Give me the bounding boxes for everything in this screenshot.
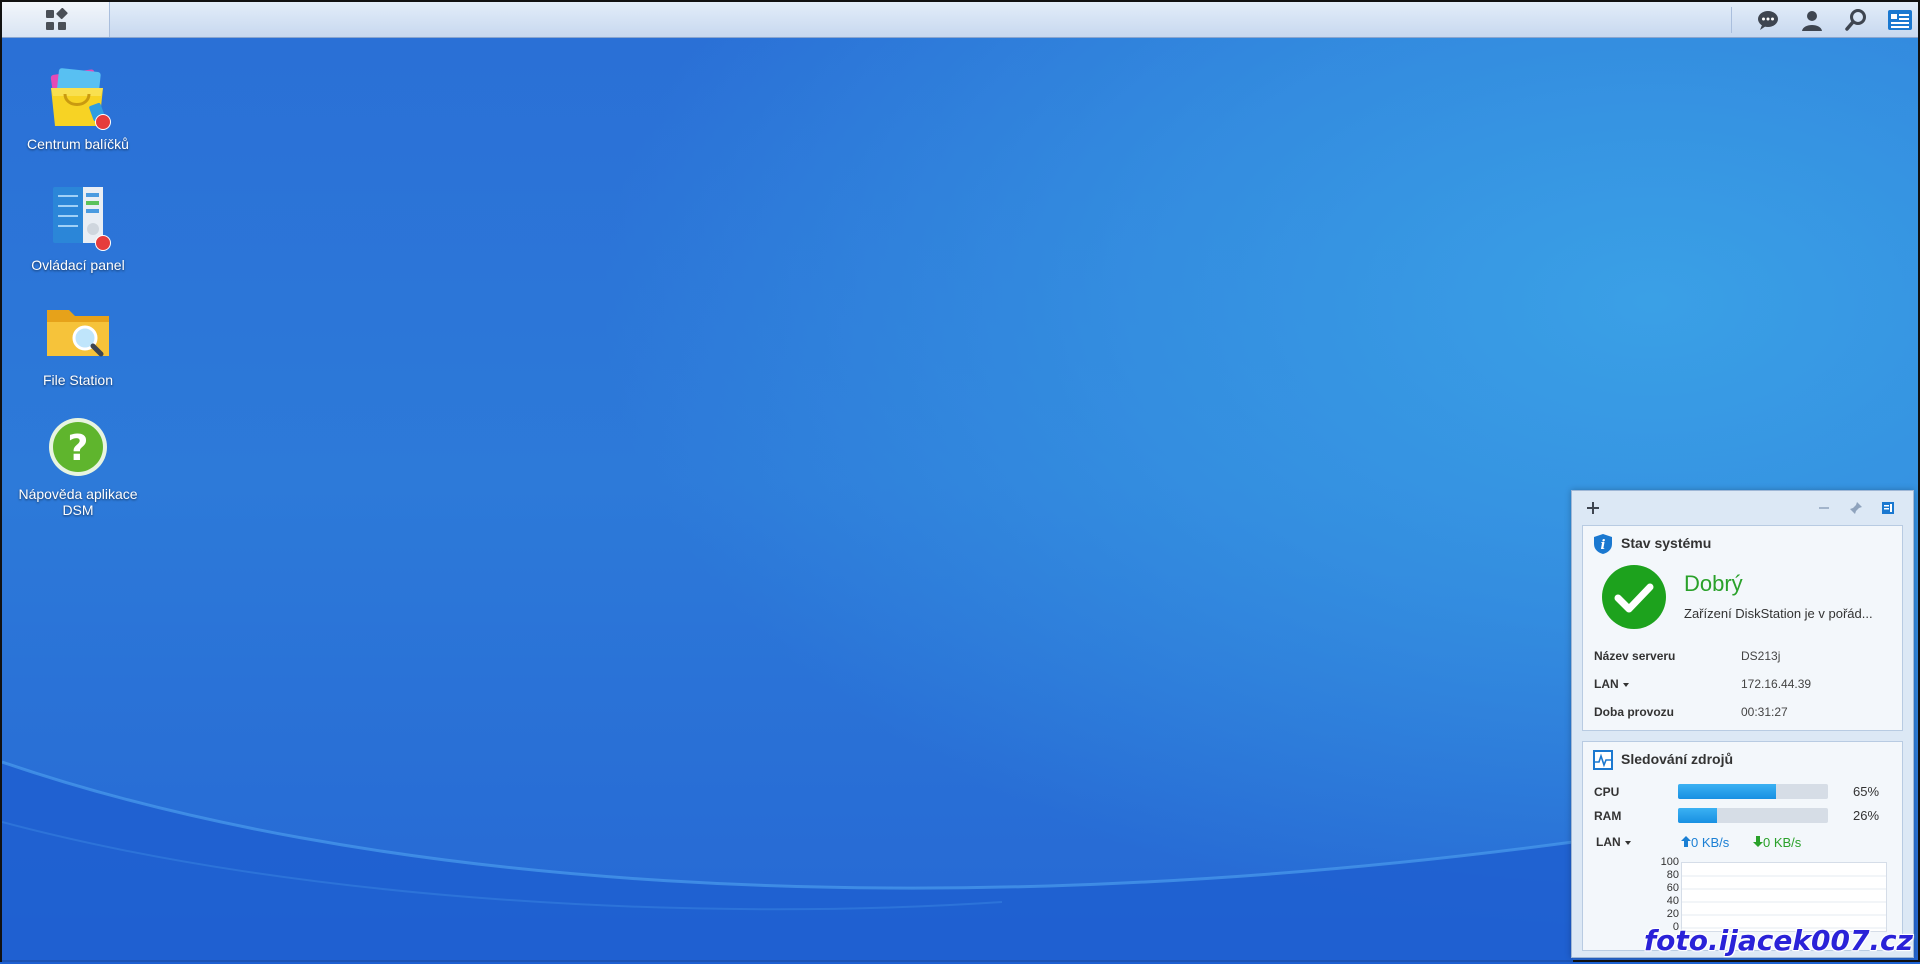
resource-monitor-icon: [1593, 750, 1613, 770]
resource-monitor-widget: Sledování zdrojů CPU 65% RAM 26% LAN 0 K…: [1582, 741, 1903, 951]
taskbar-tray: [1731, 2, 1918, 37]
widget-title: Stav systému: [1621, 535, 1712, 551]
system-status-description: Zařízení DiskStation je v pořád...: [1684, 606, 1873, 621]
y-tick-label: 60: [1666, 882, 1679, 894]
server-name-label: Název serveru: [1594, 649, 1676, 663]
upload-arrow-icon: [1681, 836, 1691, 847]
minimize-icon: [1819, 507, 1829, 509]
chat-icon: [1758, 10, 1778, 30]
y-tick-label: 20: [1666, 908, 1679, 920]
plus-icon: [1587, 502, 1599, 514]
search-icon: [1845, 8, 1866, 31]
svg-text:?: ?: [68, 428, 89, 469]
desktop-icon-label: Nápověda aplikace DSM: [18, 486, 138, 518]
network-chart: [1681, 862, 1887, 932]
file-station-icon: [43, 300, 113, 370]
chart-gridlines: [1682, 875, 1886, 929]
panel-icon: [1882, 502, 1894, 514]
pin-widgets-button[interactable]: [1847, 499, 1865, 517]
user-icon: [1802, 10, 1822, 31]
widget-panel-header: [1572, 491, 1913, 525]
system-status-widget: i Stav systému Dobrý Zařízení DiskStatio…: [1582, 525, 1903, 731]
desktop-icon-label: File Station: [42, 372, 114, 388]
widget-title: Sledování zdrojů: [1621, 751, 1734, 767]
desktop-icon-dsm-help[interactable]: ? Nápověda aplikace DSM: [8, 414, 148, 518]
download-speed-value: 0 KB/s: [1763, 835, 1802, 850]
desktop-icon-file-station[interactable]: File Station: [8, 300, 148, 388]
y-tick-label: 80: [1666, 869, 1679, 881]
cpu-percent: 65%: [1853, 784, 1880, 799]
desktop-icon-label: Ovládací panel: [31, 257, 125, 273]
chevron-down-icon: [1624, 840, 1631, 845]
desktop-icon-label: Centrum balíčků: [27, 136, 129, 152]
upload-speed: 0 KB/s: [1681, 835, 1729, 850]
notifications-button[interactable]: [1750, 2, 1786, 37]
watermark: foto.ijacek007.cz :-): [1644, 924, 1920, 957]
uptime-value: 00:31:27: [1741, 705, 1788, 719]
widgets-icon: [1888, 9, 1912, 30]
desktop-icon-package-center[interactable]: Centrum balíčků: [8, 64, 148, 152]
main-menu-button[interactable]: [2, 2, 110, 37]
desktop-icon-control-panel[interactable]: Ovládací panel: [8, 185, 148, 273]
minimize-widgets-button[interactable]: [1815, 499, 1833, 517]
add-widget-button[interactable]: [1584, 499, 1602, 517]
notification-badge: [95, 114, 111, 130]
server-name-value: DS213j: [1741, 649, 1781, 663]
lan-dropdown[interactable]: LAN: [1594, 677, 1629, 691]
lan-label: LAN: [1596, 835, 1621, 849]
notification-badge: [95, 235, 111, 251]
upload-speed-value: 0 KB/s: [1691, 835, 1730, 850]
download-speed: 0 KB/s: [1753, 835, 1801, 850]
ram-label: RAM: [1594, 809, 1622, 823]
cpu-usage-bar: [1678, 784, 1828, 799]
pin-icon: [1850, 502, 1862, 514]
ram-usage-bar: [1678, 808, 1828, 823]
info-shield-icon: i: [1594, 534, 1612, 554]
svg-text:i: i: [1601, 538, 1606, 553]
system-status-value: Dobrý: [1684, 571, 1743, 596]
cpu-label: CPU: [1594, 785, 1620, 799]
ram-usage-fill: [1678, 808, 1717, 823]
download-arrow-icon: [1753, 836, 1763, 847]
ram-percent: 26%: [1853, 808, 1880, 823]
help-icon: ?: [43, 414, 113, 484]
widgets-toggle-button[interactable]: [1882, 2, 1918, 37]
lan-select-dropdown[interactable]: LAN: [1596, 835, 1631, 849]
grid-icon: [45, 7, 68, 30]
package-center-icon: [43, 64, 113, 134]
y-tick-label: 40: [1666, 895, 1679, 907]
user-options-button[interactable]: [1794, 2, 1830, 37]
cpu-usage-fill: [1678, 784, 1776, 799]
chevron-down-icon: [1622, 682, 1629, 687]
search-button[interactable]: [1838, 2, 1874, 37]
y-tick-label: 100: [1660, 856, 1679, 868]
lan-label: LAN: [1594, 677, 1619, 691]
widget-panel: i Stav systému Dobrý Zařízení DiskStatio…: [1571, 490, 1914, 958]
widget-panel-toggle-button[interactable]: [1879, 499, 1897, 517]
status-ok-icon: [1602, 565, 1666, 629]
control-panel-icon: [43, 185, 113, 255]
taskbar: [2, 2, 1918, 38]
chart-y-axis: 100 80 60 40 20 0: [1645, 856, 1679, 933]
taskbar-separator: [1731, 6, 1732, 33]
lan-ip-value: 172.16.44.39: [1741, 677, 1812, 691]
uptime-label: Doba provozu: [1594, 705, 1674, 719]
